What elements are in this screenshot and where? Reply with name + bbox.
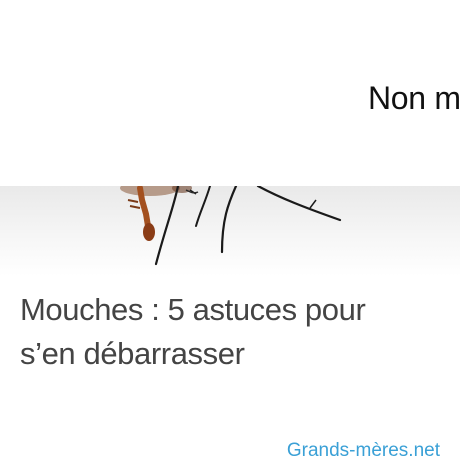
article-title-line-1: Mouches : 5 astuces pour [20,292,366,327]
source-link[interactable]: Grands-mères.net [287,440,440,462]
section-heading: Non m [368,80,460,116]
article-title[interactable]: Mouches : 5 astuces pour s’en débarrasse… [20,288,440,376]
page: Non m Mouches : 5 astuces pour s’en déba… [0,0,460,476]
article-thumbnail-fly-photo[interactable] [0,186,460,276]
article-card[interactable]: Mouches : 5 astuces pour s’en débarrasse… [0,186,460,476]
article-title-line-2: s’en débarrasser [20,336,245,371]
fly-illustration [120,186,342,266]
